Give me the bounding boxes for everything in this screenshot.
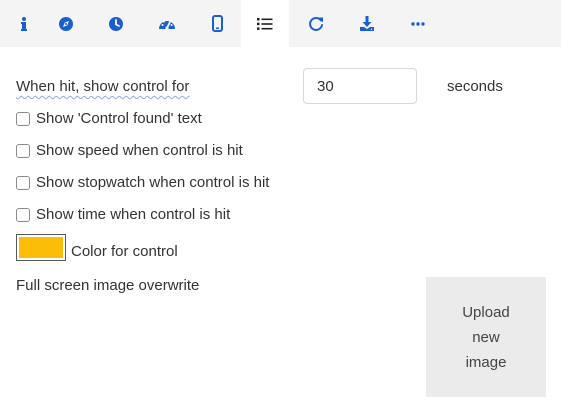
control-color-label: Color for control xyxy=(71,243,178,260)
clock-icon xyxy=(108,16,124,32)
control-found-label: Show 'Control found' text xyxy=(36,109,202,127)
phone-icon xyxy=(211,15,223,32)
checkbox-row-control-found[interactable]: Show 'Control found' text xyxy=(16,108,202,128)
info-icon xyxy=(19,16,29,32)
control-color-picker[interactable] xyxy=(16,234,66,261)
control-found-checkbox[interactable] xyxy=(16,111,30,126)
more-icon xyxy=(411,21,425,26)
show-time-checkbox[interactable] xyxy=(16,207,30,222)
show-speed-label: Show speed when control is hit xyxy=(36,141,243,159)
tab-phone[interactable] xyxy=(193,0,241,47)
checkbox-row-show-speed[interactable]: Show speed when control is hit xyxy=(16,140,243,160)
tab-refresh[interactable] xyxy=(292,0,340,47)
tab-more[interactable] xyxy=(394,0,442,47)
tab-download[interactable] xyxy=(343,0,391,47)
control-color-swatch xyxy=(19,237,63,258)
fullscreen-image-label: Full screen image overwrite xyxy=(16,277,200,294)
list-icon xyxy=(257,17,273,31)
tab-clock[interactable] xyxy=(92,0,140,47)
show-speed-checkbox[interactable] xyxy=(16,143,30,158)
tab-compass[interactable] xyxy=(42,0,90,47)
show-time-label: Show time when control is hit xyxy=(36,205,231,223)
show-stopwatch-checkbox[interactable] xyxy=(16,175,30,190)
seconds-label: seconds xyxy=(447,78,503,95)
upload-image-button[interactable]: Upload new image xyxy=(426,277,546,397)
hit-duration-label: When hit, show control for xyxy=(16,78,190,95)
tab-list[interactable] xyxy=(241,0,289,47)
tab-speed[interactable] xyxy=(143,0,191,47)
speedometer-icon xyxy=(158,17,176,31)
control-color-row: Color for control xyxy=(16,234,178,261)
refresh-icon xyxy=(308,16,324,32)
checkbox-row-show-stopwatch[interactable]: Show stopwatch when control is hit xyxy=(16,172,269,192)
hit-duration-input[interactable] xyxy=(303,68,417,104)
checkbox-row-show-time[interactable]: Show time when control is hit xyxy=(16,204,230,224)
download-icon xyxy=(359,15,375,32)
compass-icon xyxy=(58,16,74,32)
show-stopwatch-label: Show stopwatch when control is hit xyxy=(36,173,270,191)
tab-info[interactable] xyxy=(0,0,48,47)
tab-bar xyxy=(0,0,561,47)
